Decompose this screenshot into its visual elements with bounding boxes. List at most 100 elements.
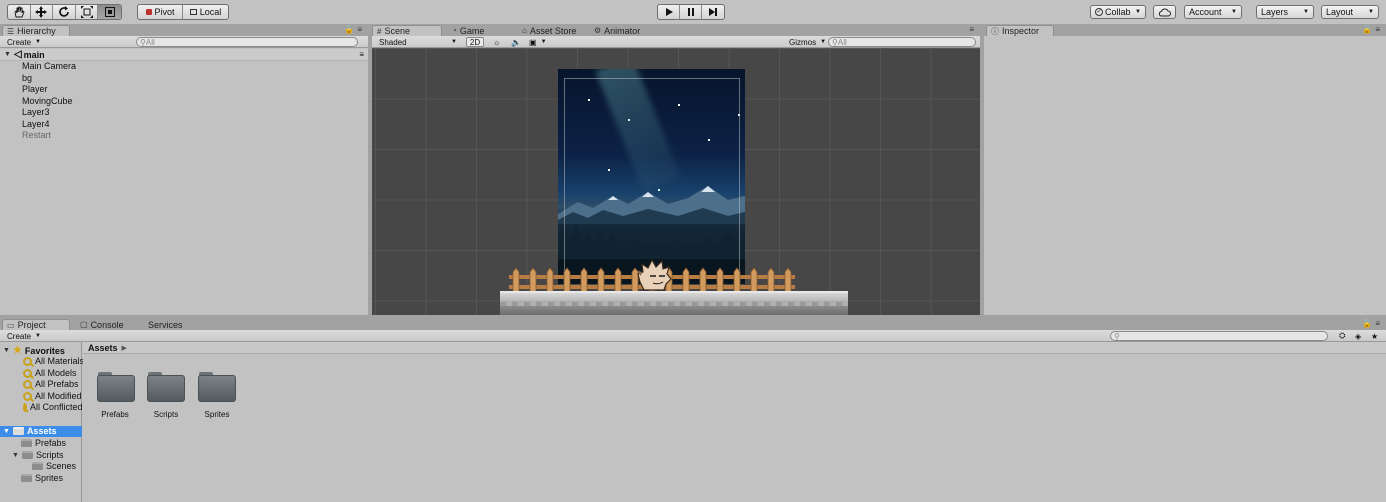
pivot-button[interactable]: Pivot — [138, 5, 184, 19]
favorite-item[interactable]: All Conflicted — [23, 402, 82, 412]
scene-panel: # Scene ◔ Game ⌂ Asset Store ⚙ Animator … — [372, 24, 980, 315]
step-icon[interactable] — [702, 5, 724, 19]
expand-arrow-icon[interactable]: ▼ — [12, 452, 19, 459]
expand-arrow-icon[interactable]: ▼ — [4, 51, 11, 58]
tree-folder[interactable]: Sprites — [21, 473, 63, 483]
layers-dropdown[interactable]: Layers ▼ — [1256, 5, 1314, 19]
ground-platform[interactable] — [500, 291, 848, 315]
layout-dropdown[interactable]: Layout ▼ — [1321, 5, 1379, 19]
rect-icon[interactable] — [98, 5, 121, 19]
create-dropdown[interactable]: Create ▼ — [4, 37, 44, 47]
favorites-node[interactable]: ▼ ★ Favorites — [3, 345, 65, 356]
grid-icon: # — [377, 26, 382, 36]
project-tabbar: ▭ Project ▢ Console Services 🔒≡ — [0, 318, 1386, 330]
folder-sprites[interactable] — [198, 372, 236, 402]
expand-arrow-icon[interactable]: ▼ — [3, 347, 10, 354]
tab-services-label: Services — [148, 319, 183, 330]
chevron-down-icon: ▼ — [1303, 9, 1309, 15]
tree-folder[interactable]: Prefabs — [21, 438, 66, 448]
collab-check-icon: ✓ — [1095, 8, 1103, 16]
tab-console[interactable]: ▢ Console — [76, 319, 136, 330]
account-dropdown[interactable]: Account ▼ — [1184, 5, 1242, 19]
hierarchy-item[interactable]: bg — [22, 73, 32, 83]
folder-prefabs[interactable] — [97, 372, 135, 402]
expand-arrow-icon[interactable]: ▼ — [3, 428, 10, 435]
tree-folder[interactable]: Scenes — [32, 461, 76, 471]
tab-hierarchy[interactable]: ☰ Hierarchy — [2, 25, 70, 36]
hierarchy-item[interactable]: Layer3 — [22, 107, 50, 117]
folder-scripts[interactable] — [147, 372, 185, 402]
local-icon — [189, 9, 197, 15]
tree-folder[interactable]: ▼ Scripts — [12, 450, 63, 460]
tree-folder-label: Scenes — [46, 461, 77, 471]
tab-scene[interactable]: # Scene — [372, 25, 442, 36]
chevron-down-icon: ▼ — [35, 333, 41, 339]
project-search-input[interactable]: ⚲ — [1110, 331, 1328, 341]
favorite-item[interactable]: All Models — [23, 368, 77, 378]
gizmos-dropdown[interactable]: Gizmos ▼ — [786, 37, 829, 47]
ground-stripe — [500, 302, 848, 306]
favorite-label: All Models — [35, 368, 77, 378]
scene-viewport[interactable] — [372, 48, 980, 315]
favorite-item[interactable]: All Modified — [23, 391, 82, 401]
pause-icon[interactable] — [680, 5, 702, 19]
shading-mode-label: Shaded — [379, 37, 407, 47]
unity-scene-icon: ◁ — [13, 49, 22, 60]
favorite-item[interactable]: All Materials — [23, 356, 84, 366]
camera-frame — [564, 78, 740, 278]
search-icon: ⚲ — [1114, 331, 1120, 341]
shading-mode-dropdown[interactable]: Shaded ▼ — [376, 37, 460, 47]
lighting-toggle[interactable]: ☼ — [490, 37, 503, 47]
scene-row[interactable]: ▼ ◁ main ≡ — [0, 49, 368, 61]
folder-icon — [21, 474, 32, 482]
effects-dropdown[interactable]: ▣ ▼ — [526, 37, 550, 47]
play-icon[interactable] — [658, 5, 681, 19]
panel-menu-icon[interactable]: ≡ — [969, 25, 977, 34]
scale-icon[interactable] — [76, 5, 99, 19]
tab-project[interactable]: ▭ Project — [2, 319, 70, 330]
folder-label[interactable]: Prefabs — [90, 410, 140, 419]
hierarchy-item[interactable]: Player — [22, 84, 48, 94]
tab-game[interactable]: ◔ Game — [448, 25, 498, 36]
tab-inspector[interactable]: ⓘ Inspector — [986, 25, 1054, 36]
favorite-item[interactable]: All Prefabs — [23, 379, 79, 389]
folder-label[interactable]: Sprites — [192, 410, 242, 419]
folder-label[interactable]: Scripts — [141, 410, 191, 419]
hierarchy-item[interactable]: Layer4 — [22, 119, 50, 129]
mode-2d-toggle[interactable]: 2D — [466, 37, 484, 47]
assets-node[interactable]: ▼ Assets — [3, 426, 56, 436]
tab-services[interactable]: Services — [144, 319, 204, 330]
collab-dropdown[interactable]: ✓ Collab ▼ — [1090, 5, 1146, 19]
pivot-local-toggle: Pivot Local — [137, 4, 229, 20]
local-button[interactable]: Local — [183, 5, 228, 19]
project-panel: ▭ Project ▢ Console Services 🔒≡ Create ▼ … — [0, 318, 1386, 502]
label-icon[interactable]: ◈ — [1352, 331, 1364, 341]
audio-toggle[interactable]: 🔈 — [508, 37, 524, 47]
scene-search-input[interactable]: ⚲ All — [828, 37, 976, 47]
hierarchy-item[interactable]: MovingCube — [22, 96, 73, 106]
tab-animator[interactable]: ⚙ Animator — [590, 25, 660, 36]
cloud-icon — [1158, 8, 1171, 16]
player-sprite[interactable] — [636, 258, 672, 292]
move-icon[interactable] — [31, 5, 54, 19]
asset-grid: Assets ▶ Prefabs Scripts Sprites — [83, 342, 1386, 502]
hierarchy-search-input[interactable]: ⚲ All — [136, 37, 358, 47]
tab-hierarchy-label: Hierarchy — [17, 26, 56, 36]
chevron-down-icon: ▼ — [820, 39, 827, 45]
hierarchy-item[interactable]: Restart — [22, 130, 51, 140]
scene-menu-icon[interactable]: ≡ — [359, 50, 364, 59]
tab-asset-store[interactable]: ⌂ Asset Store — [518, 25, 588, 36]
panel-menu-icon[interactable]: 🔒≡ — [344, 25, 365, 34]
star-icon[interactable]: ★ — [1368, 331, 1381, 341]
panel-menu-icon[interactable]: 🔒≡ — [1362, 319, 1383, 328]
panel-menu-icon[interactable]: 🔒≡ — [1362, 25, 1383, 34]
create-dropdown[interactable]: Create ▼ — [4, 331, 44, 341]
rotate-icon[interactable] — [53, 5, 76, 19]
filter-type-icon[interactable]: ⛭ — [1336, 331, 1348, 341]
hand-icon[interactable] — [8, 5, 31, 19]
folder-icon: ▭ — [7, 320, 15, 330]
breadcrumb-assets[interactable]: Assets — [88, 343, 118, 353]
hierarchy-item[interactable]: Main Camera — [22, 61, 76, 71]
tab-game-label: Game — [459, 25, 485, 36]
cloud-button[interactable] — [1153, 5, 1176, 19]
